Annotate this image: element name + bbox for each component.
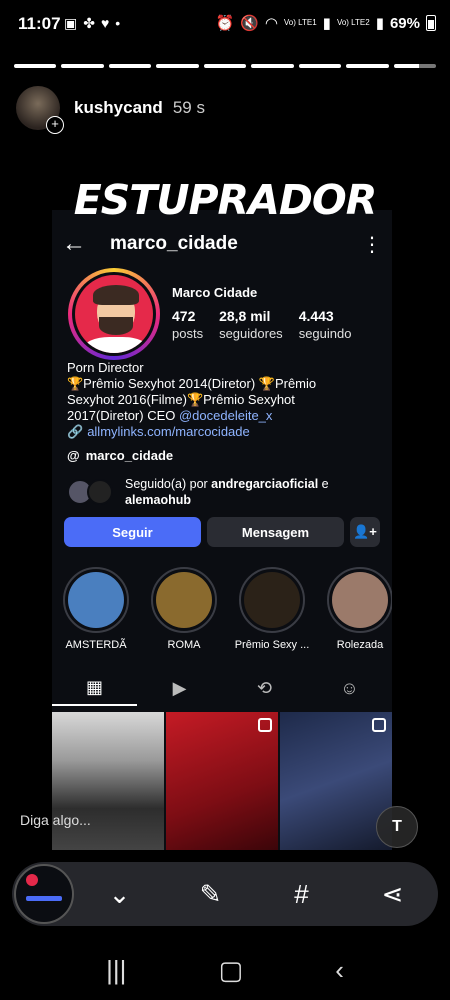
- profile-stats: 472 posts 28,8 mil seguidores 4.443 segu…: [172, 308, 351, 341]
- reel-icon: [372, 718, 386, 732]
- progress-segment: [156, 64, 199, 68]
- stat-posts: 472 posts: [172, 308, 204, 341]
- back-icon[interactable]: ‹: [335, 955, 344, 986]
- heart-icon: ♥: [100, 15, 110, 31]
- story-progress: [14, 64, 436, 68]
- highlight-item: ROMA: [144, 567, 224, 651]
- profile-display-name: Marco Cidade: [172, 285, 258, 300]
- story-overlay-text: ESTUPRADOR: [73, 176, 378, 224]
- highlight-item: Rolezada: [320, 567, 392, 651]
- grid-icon: ▦: [52, 670, 137, 706]
- profile-username: marco_cidade: [110, 233, 238, 254]
- share-icon[interactable]: ⋖: [347, 879, 438, 910]
- story-highlights: AMSTERDÃ ROMA Prêmio Sexy ... Rolezada: [56, 567, 392, 651]
- reels-icon: ▶: [172, 677, 187, 698]
- scan-icon[interactable]: ⌄: [74, 879, 165, 910]
- status-time: 11:07: [18, 14, 61, 33]
- profile-header: ← marco_cidade ⋮: [62, 230, 382, 258]
- threads-icon: @: [67, 448, 80, 463]
- navigation-bar: ||| ▢ ‹: [0, 940, 450, 1000]
- progress-segment: [14, 64, 57, 68]
- profile-actions: Seguir Mensagem 👤+: [64, 517, 380, 547]
- hashtag-icon[interactable]: #: [256, 879, 347, 910]
- profile-picture: [68, 268, 160, 360]
- recent-apps-icon[interactable]: |||: [106, 955, 126, 986]
- highlight-item: Prêmio Sexy ...: [232, 567, 312, 651]
- bio-mention: @docedeleite_x: [178, 408, 273, 423]
- followed-by: Seguido(a) por andregarciaoficial e alem…: [67, 476, 355, 508]
- progress-segment-current: [393, 64, 436, 68]
- add-user-icon: 👤+: [350, 517, 380, 547]
- back-arrow-icon: ←: [62, 230, 86, 257]
- wifi-icon: ◠: [264, 15, 278, 32]
- reply-input[interactable]: Diga algo...: [20, 812, 91, 828]
- story-avatar[interactable]: +: [16, 86, 64, 134]
- threads-badge: @ marco_cidade: [67, 448, 174, 463]
- sim1-indicator: Vo) LTE1: [283, 18, 317, 27]
- link-icon: 🔗: [67, 424, 84, 439]
- message-button: Mensagem: [207, 517, 344, 547]
- progress-segment: [203, 64, 247, 68]
- edit-icon[interactable]: ✎: [165, 879, 256, 910]
- sim2-indicator: Vo) LTE2: [336, 18, 370, 27]
- stat-followers: 28,8 mil seguidores: [219, 308, 283, 341]
- battery-level: 69%: [389, 14, 420, 32]
- tagged-icon: ☺: [340, 677, 359, 698]
- story-time: 59 s: [172, 98, 205, 117]
- reposts-icon: ⟲: [256, 677, 273, 698]
- story-username[interactable]: kushycand: [74, 98, 163, 118]
- mute-icon: 🔇: [240, 15, 259, 32]
- dot-icon: •: [115, 15, 121, 31]
- profile-link: allmylinks.com/marcocidade: [87, 424, 250, 439]
- progress-segment: [251, 64, 294, 68]
- gallery-icon: ▣: [64, 15, 78, 31]
- profile-tabs: ▦ ▶ ⟲ ☺: [52, 670, 392, 706]
- highlight-item: AMSTERDÃ: [56, 567, 136, 651]
- text-tool-icon[interactable]: T: [376, 806, 418, 848]
- follower-avatar: [87, 479, 113, 505]
- add-icon[interactable]: +: [46, 116, 64, 134]
- battery-icon: [426, 15, 436, 31]
- editor-toolbar: ⌄ ✎ # ⋖: [12, 862, 438, 926]
- home-icon[interactable]: ▢: [219, 955, 244, 986]
- more-options-icon: ⋮: [362, 233, 382, 256]
- story-header: + kushycand 59 s: [16, 86, 205, 134]
- post-grid: [52, 712, 392, 850]
- stat-following: 4.443 seguindo: [298, 308, 352, 341]
- progress-segment: [108, 64, 152, 68]
- post-thumbnail: [166, 712, 278, 850]
- screenshot-thumbnail[interactable]: [14, 864, 74, 924]
- profile-bio: Porn Director 🏆Prêmio Sexyhot 2014(Diret…: [67, 360, 317, 439]
- progress-segment: [346, 64, 389, 68]
- signal1-icon: ▮: [322, 15, 331, 32]
- profile-screenshot: ← marco_cidade ⋮ Marco Cidade 472 posts …: [52, 210, 392, 850]
- progress-segment: [61, 64, 104, 68]
- post-thumbnail: [52, 712, 164, 850]
- alarm-icon: ⏰: [215, 15, 235, 32]
- status-bar: 11:07 ▣ ✤ ♥ • ⏰ 🔇 ◠ Vo) LTE1 ▮ Vo) LTE2 …: [0, 0, 450, 48]
- reel-icon: [258, 718, 272, 732]
- fan-icon: ✤: [83, 15, 95, 31]
- progress-segment: [298, 64, 342, 68]
- follow-button: Seguir: [64, 517, 201, 547]
- signal2-icon: ▮: [375, 15, 384, 32]
